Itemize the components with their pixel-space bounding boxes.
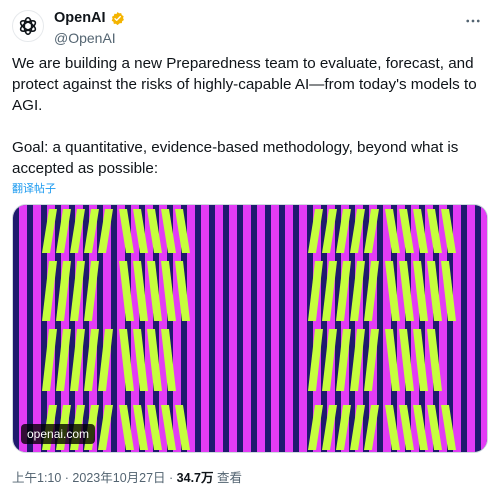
views-count: 34.7万 [176,471,214,485]
tweet-paragraph-2: Goal: a quantitative, evidence-based met… [12,139,459,177]
views-label: 查看 [213,471,242,485]
media-image [13,205,487,452]
more-options-icon [466,19,480,23]
author-handle[interactable]: @OpenAI [54,30,116,46]
verified-badge-icon [111,11,124,25]
author-name[interactable]: OpenAI [54,10,106,26]
tweet-media-card[interactable]: openai.com [12,204,488,453]
meta-separator: · [165,471,177,485]
author-line: OpenAI [54,10,125,26]
tweet-paragraph-1: We are building a new Preparedness team … [12,55,477,114]
tweet-meta: 上午1:10 · 2023年10月27日 · 34.7万 查看 [12,467,242,486]
media-source-label[interactable]: openai.com [21,424,96,444]
translate-link[interactable]: 翻译帖子 [12,180,56,196]
avatar[interactable] [12,10,44,42]
timestamp[interactable]: 上午1:10 · 2023年10月27日 [12,471,166,485]
more-options-button[interactable] [462,10,484,32]
tweet-text: We are building a new Preparedness team … [12,53,490,179]
openai-logo-icon [19,16,37,36]
